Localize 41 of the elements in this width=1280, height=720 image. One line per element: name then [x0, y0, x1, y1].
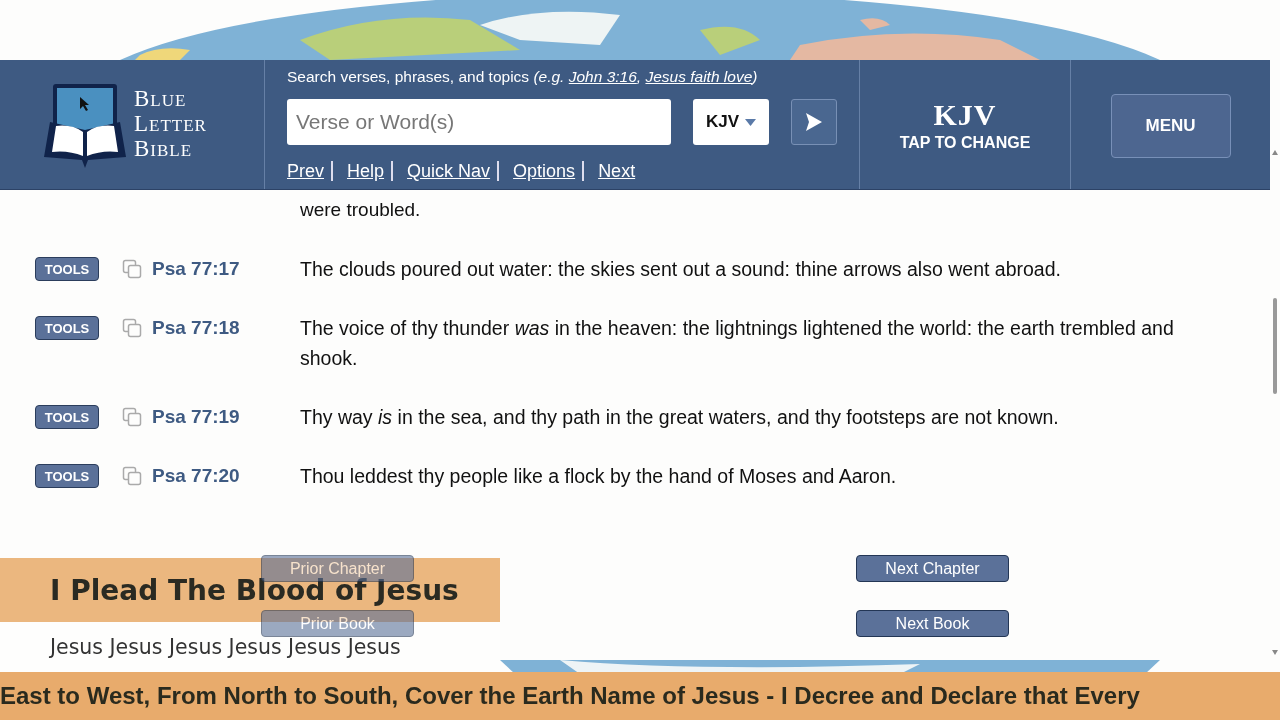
copy-icon[interactable] — [122, 318, 142, 338]
search-field[interactable]: Verse or Word(s) — [287, 99, 671, 145]
version-change-link[interactable]: TAP TO CHANGE — [899, 133, 1031, 152]
tools-button[interactable]: TOOLS — [35, 257, 99, 281]
verse-reference[interactable]: Psa 77:17 — [152, 258, 240, 280]
nav-link[interactable]: Prev — [287, 161, 333, 181]
nav-link[interactable]: Quick Nav — [407, 161, 500, 181]
copy-icon[interactable] — [122, 466, 142, 486]
closing-bracket-text: ) — [752, 68, 758, 85]
logo-text: LETTER — [134, 112, 207, 137]
logo-text: BIBLE — [134, 137, 194, 162]
nav-link[interactable]: Next — [598, 161, 643, 181]
search-hint: Search verses, phrases, and topics (e.g. — [287, 68, 565, 85]
verse-reference[interactable]: Psa 77:18 — [152, 317, 240, 339]
verse-text: were troubled. — [299, 198, 422, 222]
verse-reference[interactable]: Psa 77:20 — [152, 465, 240, 487]
menu-button[interactable]: MENU — [1110, 93, 1231, 158]
copy-icon[interactable] — [122, 407, 142, 427]
verse-text: The clouds poured out water: the skies sent out a sound: thine arrows also went abroad. — [300, 257, 1062, 282]
separator-text: , — [636, 68, 642, 85]
caret-icon — [745, 118, 757, 126]
copy-icon[interactable] — [122, 259, 142, 279]
verse-text: Thou leddest thy people like a flock by the hand of Moses and Aaron. — [300, 464, 898, 489]
ticker-text: East to West, From North to South, Cover the Earth Name of Jesus - I Decree and Declare that Every — [0, 682, 1140, 710]
play-icon — [806, 113, 822, 131]
logo-text: BLUE — [134, 87, 188, 112]
version-name[interactable]: KJV — [933, 97, 997, 132]
verse-text: Thy way is in the sea, and thy path in the great waters, and thy footsteps are not known. — [300, 405, 1060, 430]
version-dropdown[interactable]: KJV — [693, 99, 769, 145]
tools-button[interactable]: TOOLS — [35, 316, 99, 340]
next-chapter-button[interactable]: Next Chapter — [856, 555, 1009, 582]
tools-button[interactable]: TOOLS — [35, 464, 99, 488]
nav-link[interactable]: Options — [513, 161, 585, 181]
tools-button[interactable]: TOOLS — [35, 405, 99, 429]
verse-reference[interactable]: Psa 77:19 — [152, 406, 240, 428]
nav-link[interactable]: Help — [347, 161, 394, 181]
verse-text: The voice of thy thunder was in the heaven: the lightnings lightened the world: the earth trembled and shook. — [300, 316, 1175, 371]
next-book-button[interactable]: Next Book — [856, 610, 1009, 637]
logo-icon[interactable] — [42, 81, 128, 168]
example-link[interactable]: John 3:16 — [568, 68, 637, 85]
search-button[interactable] — [791, 99, 837, 145]
